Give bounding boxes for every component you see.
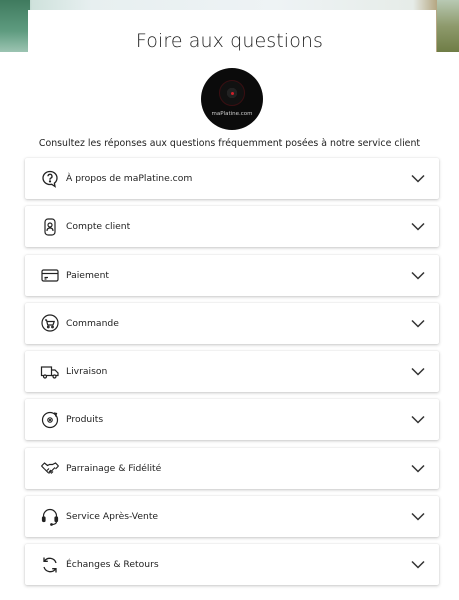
chevron-down-icon[interactable] — [411, 560, 425, 569]
logo-brand-text: maPlatine.com — [211, 111, 253, 117]
page-title: Foire aux questions — [135, 30, 324, 52]
faq-item-produits[interactable]: Produits — [25, 399, 439, 441]
faq-item-label: Échanges & Retours — [66, 559, 159, 571]
faq-item-label: Livraison — [66, 366, 108, 378]
faq-item-parrainage[interactable]: Parrainage & Fidélité — [25, 447, 439, 489]
page-subtitle: Consultez les réponses aux questions fré… — [38, 138, 421, 149]
help-bubble-icon — [40, 169, 60, 189]
faq-item-label: À propos de maPlatine.com — [66, 173, 193, 184]
user-account-icon — [40, 217, 60, 237]
chevron-down-icon[interactable] — [411, 222, 425, 231]
shopping-cart-icon — [40, 313, 60, 333]
faq-item-service-apres-vente[interactable]: Service Après-Vente — [25, 496, 439, 538]
faq-item-echanges-retours[interactable]: Échanges & Retours — [25, 544, 439, 586]
site-logo[interactable]: maPlatine.com — [201, 68, 263, 130]
headset-icon — [40, 507, 60, 527]
faq-item-a-propos[interactable]: À propos de maPlatine.com — [25, 158, 439, 199]
faq-item-commande[interactable]: Commande — [25, 302, 439, 344]
chevron-down-icon[interactable] — [411, 271, 425, 280]
logo-disc-icon — [219, 80, 245, 106]
delivery-truck-icon — [40, 362, 60, 382]
exchange-arrows-icon — [40, 555, 60, 575]
chevron-down-icon[interactable] — [411, 512, 425, 521]
chevron-down-icon[interactable] — [411, 464, 425, 473]
faq-item-label: Parrainage & Fidélité — [66, 462, 162, 474]
faq-list: À propos de maPlatine.com Compte client — [25, 158, 439, 593]
credit-card-icon — [40, 265, 60, 285]
faq-item-label: Paiement — [66, 269, 109, 281]
chevron-down-icon[interactable] — [411, 367, 425, 376]
faq-item-label: Produits — [66, 414, 104, 426]
chevron-down-icon[interactable] — [411, 174, 425, 183]
faq-item-livraison[interactable]: Livraison — [25, 351, 439, 393]
faq-item-compte-client[interactable]: Compte client — [25, 206, 439, 248]
faq-item-label: Commande — [66, 317, 119, 329]
faq-item-paiement[interactable]: Paiement — [25, 254, 439, 296]
chevron-down-icon[interactable] — [411, 319, 425, 328]
faq-item-label: Compte client — [66, 221, 131, 233]
handshake-icon — [40, 458, 60, 478]
chevron-down-icon[interactable] — [411, 415, 425, 425]
faq-item-label: Service Après-Vente — [66, 511, 159, 523]
vinyl-record-icon — [40, 410, 60, 430]
